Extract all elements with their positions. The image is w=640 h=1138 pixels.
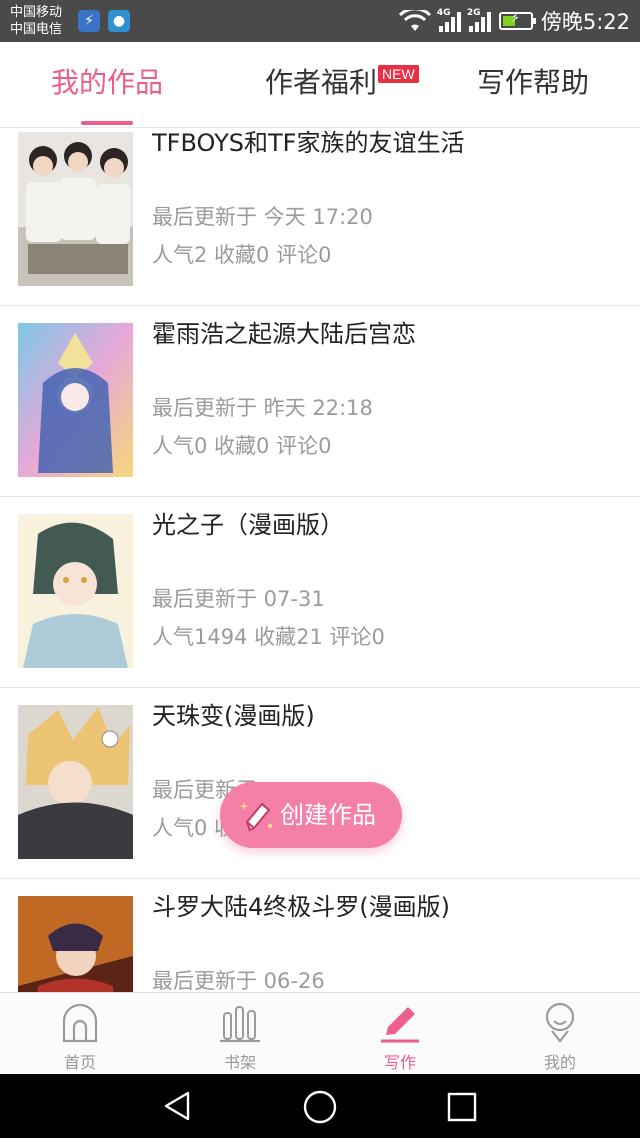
new-badge: NEW bbox=[378, 65, 419, 83]
net-type-2: 2G bbox=[466, 8, 481, 18]
work-item[interactable]: TFBOYS和TF家族的友谊生活 最后更新于 今天 17:20 人气2 收藏0 … bbox=[0, 128, 640, 306]
work-cover-image bbox=[18, 705, 133, 859]
work-stats: 人气2 收藏0 评论0 bbox=[152, 243, 332, 267]
nav-write-label: 写作 bbox=[383, 1053, 416, 1072]
work-title: 斗罗大陆4终极斗罗(漫画版) bbox=[152, 893, 450, 921]
work-updated: 最后更新于 今天 17:20 bbox=[152, 205, 373, 229]
home-icon bbox=[62, 1003, 98, 1043]
create-work-label: 创建作品 bbox=[280, 801, 376, 829]
signal-4g-icon: 4G bbox=[436, 8, 461, 32]
work-item[interactable]: 霍雨浩之起源大陆后宫恋 最后更新于 昨天 22:18 人气0 收藏0 评论0 bbox=[0, 306, 640, 497]
nav-bookshelf-label: 书架 bbox=[223, 1053, 256, 1072]
tab-writing-help[interactable]: 写作帮助 bbox=[462, 42, 604, 128]
bookshelf-icon bbox=[220, 1006, 260, 1043]
work-title: TFBOYS和TF家族的友谊生活 bbox=[152, 129, 465, 157]
net-type-1: 4G bbox=[436, 8, 451, 18]
profile-icon bbox=[545, 1002, 575, 1043]
system-nav-bar bbox=[0, 1074, 640, 1138]
work-cover-image bbox=[18, 896, 133, 992]
nav-home[interactable]: 首页 bbox=[0, 993, 160, 1075]
work-cover-image bbox=[18, 132, 133, 286]
work-cover-image bbox=[18, 323, 133, 477]
carrier-1: 中国移动 bbox=[10, 5, 63, 20]
home-button-icon[interactable] bbox=[302, 1089, 338, 1125]
work-updated: 最后更新于 昨天 22:18 bbox=[152, 396, 373, 420]
nav-bookshelf[interactable]: 书架 bbox=[160, 993, 320, 1075]
link-notification-icon: ⚡ bbox=[78, 10, 100, 32]
pencil-icon bbox=[381, 1007, 419, 1043]
work-title: 光之子（漫画版） bbox=[152, 511, 344, 539]
recent-apps-icon[interactable] bbox=[446, 1091, 478, 1123]
works-list: TFBOYS和TF家族的友谊生活 最后更新于 今天 17:20 人气2 收藏0 … bbox=[0, 128, 640, 992]
tab-my-works[interactable]: 我的作品 bbox=[36, 42, 178, 128]
active-tab-indicator bbox=[81, 121, 133, 125]
status-bar: 中国移动 中国电信 ⚡ ● 4G 2G ⚡ 傍晚5:22 bbox=[0, 0, 640, 42]
signal-2g-icon: 2G bbox=[466, 8, 491, 32]
work-title: 天珠变(漫画版) bbox=[152, 702, 315, 730]
create-work-button[interactable]: 创建作品 bbox=[220, 782, 402, 848]
top-tab-bar: 我的作品 作者福利 NEW 写作帮助 bbox=[0, 42, 640, 128]
work-stats: 人气0 收藏0 评论0 bbox=[152, 434, 332, 458]
bottom-nav: 首页 书架 写作 我的 bbox=[0, 992, 640, 1074]
nav-write[interactable]: 写作 bbox=[320, 993, 480, 1075]
work-updated: 最后更新于 06-26 bbox=[152, 969, 325, 992]
message-notification-icon: ● bbox=[108, 10, 130, 32]
work-cover-image bbox=[18, 514, 133, 668]
carrier-info: 中国移动 中国电信 bbox=[10, 4, 62, 38]
work-title: 霍雨浩之起源大陆后宫恋 bbox=[152, 320, 416, 348]
work-updated: 最后更新于 07-31 bbox=[152, 587, 325, 611]
pencil-sparkle-icon bbox=[240, 802, 272, 832]
nav-profile[interactable]: 我的 bbox=[480, 993, 640, 1075]
battery-icon: ⚡ bbox=[498, 11, 536, 30]
work-item[interactable]: 光之子（漫画版） 最后更新于 07-31 人气1494 收藏21 评论0 bbox=[0, 497, 640, 688]
wifi-icon bbox=[398, 10, 431, 31]
nav-profile-label: 我的 bbox=[543, 1053, 576, 1072]
work-stats: 人气1494 收藏21 评论0 bbox=[152, 625, 385, 649]
nav-home-label: 首页 bbox=[63, 1053, 96, 1072]
carrier-2: 中国电信 bbox=[10, 22, 63, 37]
status-time: 傍晚5:22 bbox=[540, 10, 630, 34]
back-icon[interactable] bbox=[162, 1090, 194, 1122]
tab-author-benefits[interactable]: 作者福利 bbox=[250, 42, 392, 128]
work-item[interactable]: 斗罗大陆4终极斗罗(漫画版) 最后更新于 06-26 bbox=[0, 879, 640, 992]
